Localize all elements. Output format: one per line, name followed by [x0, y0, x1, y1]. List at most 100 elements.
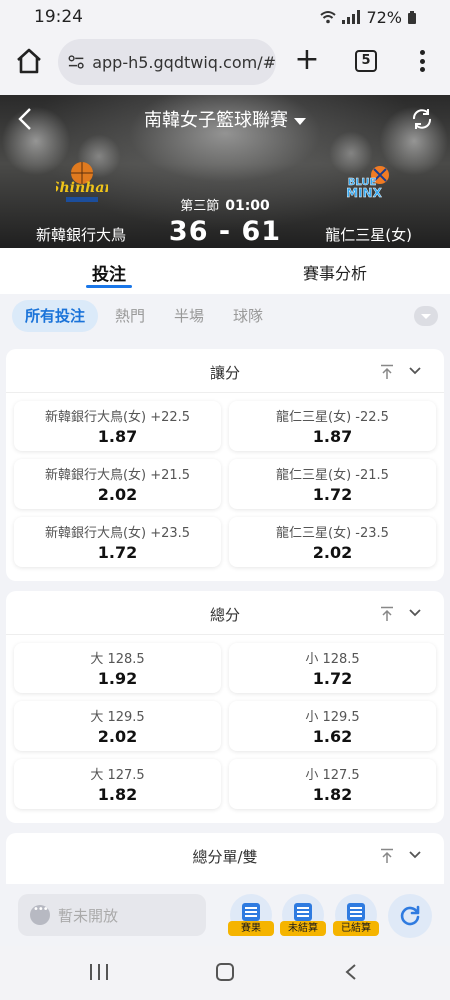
filter-all-bets[interactable]: 所有投注 [12, 300, 99, 332]
odds-button[interactable]: 新韓銀行大鳥(女) +22.5 1.87 [14, 401, 221, 451]
market-handicap: 讓分 新韓銀行大鳥(女) +22.5 1.87 龍仁三星(女) -22.5 1.87… [6, 349, 444, 581]
odds-label: 大 127.5 [90, 768, 145, 783]
odds-button[interactable]: 大 128.5 1.92 [14, 643, 221, 693]
market-filter-bar: 所有投注 熱門 半場 球隊 [0, 296, 450, 340]
odds-value: 1.72 [312, 669, 353, 688]
status-icons: 72% [320, 8, 416, 27]
odds-button[interactable]: 小 128.5 1.72 [229, 643, 436, 693]
settled-icon [347, 903, 365, 921]
odds-label: 新韓銀行大鳥(女) +23.5 [44, 526, 191, 541]
odds-value: 1.72 [312, 485, 353, 504]
market-header[interactable]: 總分單/雙 [6, 833, 444, 877]
odds-label: 大 129.5 [90, 710, 145, 725]
market-header[interactable]: 總分 [6, 591, 444, 635]
odds-value: 1.82 [97, 785, 138, 804]
battery-percent: 72% [366, 7, 402, 27]
chat-placeholder: 暫未開放 [58, 906, 119, 925]
unsettled-button[interactable]: 未結算 [280, 894, 326, 936]
svg-text:Shinhan: Shinhan [56, 180, 108, 196]
odds-label: 新韓銀行大鳥(女) +21.5 [44, 468, 191, 483]
odds-value: 1.72 [97, 543, 138, 562]
unsettled-label: 未結算 [280, 921, 326, 936]
battery-icon [408, 10, 416, 24]
league-name: 南韓女子籃球聯賽 [144, 110, 288, 131]
wifi-icon [320, 11, 337, 24]
browser-toolbar: app-h5.gqdtwiq.com/# + 5 [0, 34, 450, 90]
site-settings-icon[interactable] [68, 54, 84, 70]
home-button-icon[interactable] [216, 963, 234, 981]
market-title: 總分單/雙 [192, 848, 258, 866]
pin-to-top-icon[interactable] [380, 364, 394, 380]
match-header: 南韓女子籃球聯賽 Shinhan BLUE MINX 第三節01:00 新韓銀行… [0, 95, 450, 248]
main-tabs: 投注 賽事分析 [0, 248, 450, 294]
address-bar[interactable]: app-h5.gqdtwiq.com/# [58, 39, 276, 85]
chat-bubble-icon [30, 904, 50, 925]
odds-label: 大 128.5 [90, 652, 145, 667]
caret-down-icon [294, 117, 306, 125]
odds-value: 2.02 [97, 485, 138, 504]
odds-value: 1.92 [97, 669, 138, 688]
refresh-icon[interactable] [410, 107, 434, 131]
filter-expand-icon[interactable] [414, 306, 438, 326]
market-title: 總分 [209, 606, 240, 624]
chevron-down-icon[interactable] [408, 365, 422, 377]
odds-button[interactable]: 新韓銀行大鳥(女) +21.5 2.02 [14, 459, 221, 509]
home-icon[interactable] [14, 46, 44, 76]
odds-button[interactable]: 小 129.5 1.62 [229, 701, 436, 751]
odds-value: 1.87 [312, 427, 353, 446]
odds-label: 小 127.5 [305, 768, 360, 783]
odds-button[interactable]: 龍仁三星(女) -22.5 1.87 [229, 401, 436, 451]
odds-value: 1.82 [312, 785, 353, 804]
odds-label: 小 129.5 [305, 710, 360, 725]
results-icon [242, 903, 260, 921]
market-totals: 總分 大 128.5 1.92 小 128.5 1.72 大 129.5 2.02 小… [6, 591, 444, 823]
unsettled-icon [294, 903, 312, 921]
odds-button[interactable]: 新韓銀行大鳥(女) +23.5 1.72 [14, 517, 221, 567]
odds-label: 龍仁三星(女) -22.5 [276, 410, 389, 425]
results-button[interactable]: 賽果 [228, 894, 274, 936]
back-icon[interactable] [344, 963, 358, 981]
game-clock: 01:00 [225, 198, 270, 214]
market-header[interactable]: 讓分 [6, 349, 444, 393]
filter-half[interactable]: 半場 [174, 300, 204, 332]
odds-label: 新韓銀行大鳥(女) +22.5 [44, 410, 191, 425]
odds-value: 2.02 [312, 543, 353, 562]
tab-betting[interactable]: 投注 [86, 260, 132, 288]
settled-button[interactable]: 已結算 [333, 894, 379, 936]
status-time: 19:24 [34, 7, 83, 27]
new-tab-button[interactable]: + [292, 45, 322, 76]
tab-analysis[interactable]: 賽事分析 [303, 260, 367, 284]
browser-menu-button[interactable] [412, 48, 432, 74]
chevron-down-icon[interactable] [408, 607, 422, 619]
status-bar: 19:24 72% [0, 0, 450, 34]
signal-icon [342, 10, 361, 24]
odds-button[interactable]: 大 129.5 2.02 [14, 701, 221, 751]
recent-apps-icon[interactable] [90, 964, 108, 980]
odds-button[interactable]: 大 127.5 1.82 [14, 759, 221, 809]
league-selector[interactable]: 南韓女子籃球聯賽 [0, 106, 450, 132]
odds-value: 1.87 [97, 427, 138, 446]
settled-label: 已結算 [333, 921, 379, 936]
refresh-button[interactable] [388, 894, 432, 938]
filter-popular[interactable]: 熱門 [115, 300, 145, 332]
odds-label: 小 128.5 [305, 652, 360, 667]
tab-switcher-button[interactable]: 5 [355, 50, 377, 72]
pin-to-top-icon[interactable] [380, 848, 394, 864]
url-text: app-h5.gqdtwiq.com/# [92, 52, 276, 72]
chevron-down-icon[interactable] [408, 849, 422, 861]
chat-input[interactable]: 暫未開放 [18, 894, 206, 936]
odds-button[interactable]: 龍仁三星(女) -21.5 1.72 [229, 459, 436, 509]
system-nav-bar [0, 946, 450, 1000]
results-label: 賽果 [228, 921, 274, 936]
odds-value: 1.62 [312, 727, 353, 746]
pin-to-top-icon[interactable] [380, 606, 394, 622]
odds-button[interactable]: 小 127.5 1.82 [229, 759, 436, 809]
odds-label: 龍仁三星(女) -21.5 [276, 468, 389, 483]
odds-button[interactable]: 龍仁三星(女) -23.5 2.02 [229, 517, 436, 567]
filter-team[interactable]: 球隊 [233, 300, 263, 332]
refresh-icon [400, 905, 420, 926]
away-team-name: 龍仁三星(女) [325, 226, 412, 244]
odds-label: 龍仁三星(女) -23.5 [276, 526, 389, 541]
game-period: 第三節 01:00 [0, 195, 450, 214]
market-title: 讓分 [209, 364, 240, 382]
